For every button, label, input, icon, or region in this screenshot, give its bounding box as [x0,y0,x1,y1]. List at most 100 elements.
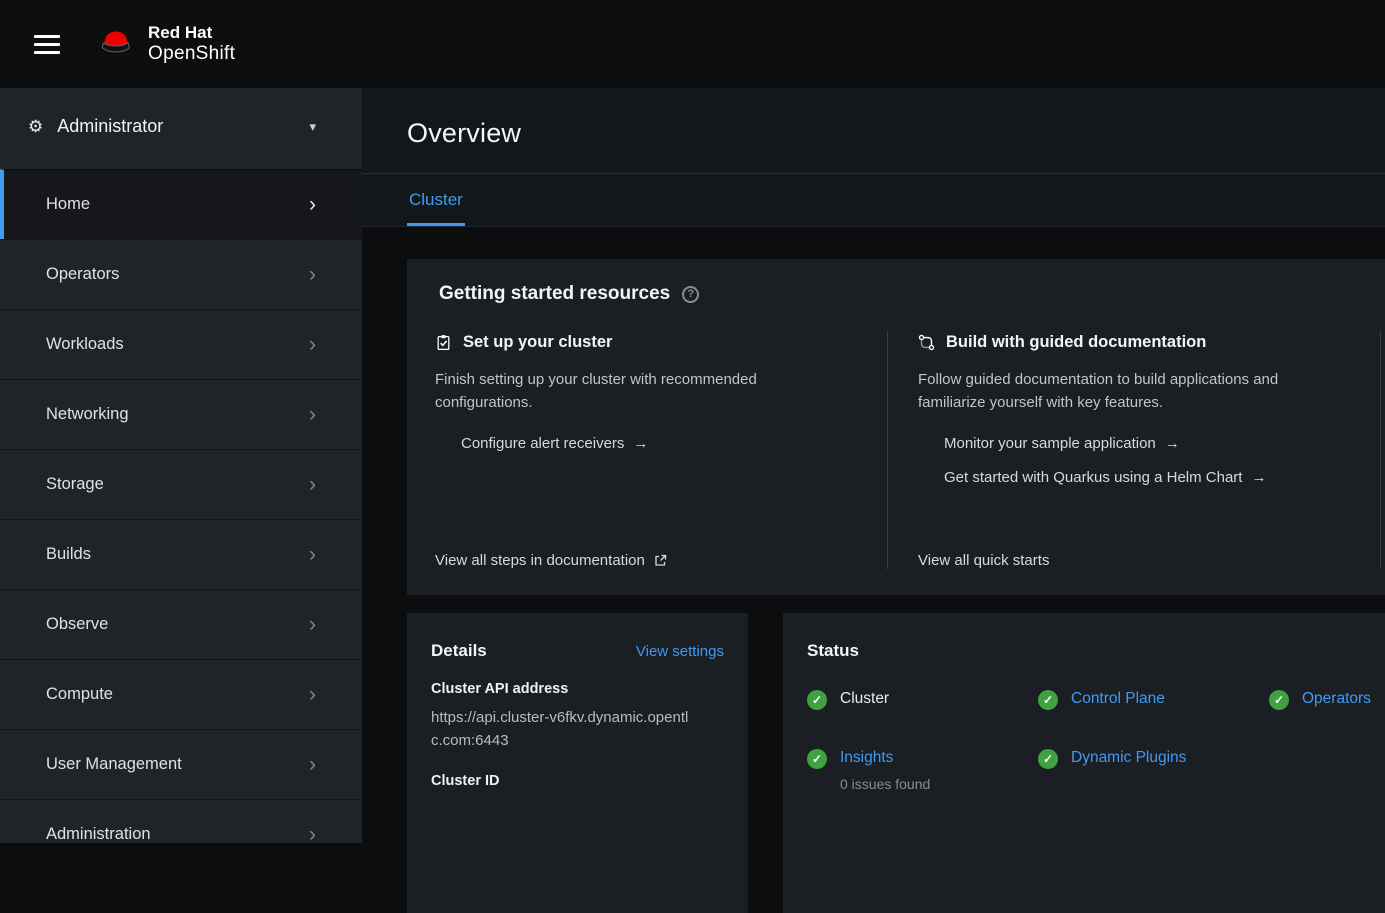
sidebar-item-networking[interactable]: Networking › [0,379,362,449]
chevron-right-icon: › [309,334,316,355]
tab-label: Cluster [409,190,463,209]
sidebar-nav: Home › Operators › Workloads › Networkin… [0,169,362,869]
tab-bar: Cluster [362,174,1385,227]
monitor-sample-application-link[interactable]: Monitor your sample application → [944,435,1350,452]
status-item-dynamic-plugins: Dynamic Plugins [1038,748,1269,792]
sidebar-item-administration[interactable]: Administration › [0,799,362,869]
arrow-right-icon: → [633,435,648,452]
status-item-cluster: Cluster [807,689,1038,710]
details-card: Details View settings Cluster API addres… [407,613,748,913]
operators-link[interactable]: Operators [1302,689,1371,710]
setup-cluster-column: Set up your cluster Finish setting up yo… [435,331,887,569]
link-label: Configure alert receivers [461,435,624,452]
sidebar-item-workloads[interactable]: Workloads › [0,309,362,379]
insights-link[interactable]: Insights [840,749,893,766]
chevron-down-icon: ▾ [309,119,316,135]
chevron-right-icon: › [309,684,316,705]
chevron-right-icon: › [309,824,316,845]
perspective-switcher[interactable]: ⚙ Administrator ▾ [0,88,362,161]
column-heading-label: Build with guided documentation [946,333,1206,352]
details-list: Cluster API address https://api.cluster-… [431,681,724,789]
getting-started-header: Getting started resources ? [439,283,1385,305]
link-label: View all quick starts [918,552,1049,569]
redhat-openshift-logo[interactable]: Red Hat OpenShift [94,23,235,64]
main-content: Overview Cluster Getting started resourc… [362,88,1385,843]
guided-documentation-description: Follow guided documentation to build app… [918,368,1318,415]
column-heading-label: Set up your cluster [463,333,612,352]
sidebar-item-label: Operators [46,265,119,284]
quarkus-helm-chart-link[interactable]: Get started with Quarkus using a Helm Ch… [944,469,1350,486]
chevron-right-icon: › [309,264,316,285]
status-item-control-plane: Control Plane [1038,689,1269,710]
success-check-icon [807,749,827,769]
sidebar-item-label: Storage [46,475,104,494]
configure-alert-receivers-link[interactable]: Configure alert receivers → [461,435,859,452]
details-card-header: Details View settings [431,641,724,661]
sidebar-item-user-management[interactable]: User Management › [0,729,362,799]
arrow-right-icon: → [1251,469,1266,486]
guided-documentation-links: Monitor your sample application → Get st… [944,435,1350,486]
getting-started-columns: Set up your cluster Finish setting up yo… [435,331,1385,569]
sidebar-item-storage[interactable]: Storage › [0,449,362,519]
success-check-icon [1038,690,1058,710]
chevron-right-icon: › [309,754,316,775]
sidebar-item-label: Networking [46,405,129,424]
sidebar-item-label: Workloads [46,335,124,354]
view-all-quick-starts-link[interactable]: View all quick starts [918,528,1350,569]
masthead: Red Hat OpenShift [0,0,1385,88]
success-check-icon [1269,690,1289,710]
sidebar-item-home[interactable]: Home › [0,169,362,239]
insights-issues-count: 0 issues found [840,776,930,792]
view-all-steps-link[interactable]: View all steps in documentation [435,528,859,569]
guided-documentation-column: Build with guided documentation Follow g… [887,331,1380,569]
external-link-icon [654,554,667,567]
status-card: Status View alerts Cluster Control Plane… [783,613,1385,913]
setup-cluster-heading: Set up your cluster [435,333,859,352]
sidebar-item-builds[interactable]: Builds › [0,519,362,589]
chevron-right-icon: › [309,474,316,495]
chevron-right-icon: › [309,404,316,425]
success-check-icon [807,690,827,710]
sidebar-item-label: Administration [46,825,151,844]
guided-documentation-heading: Build with guided documentation [918,333,1350,352]
dynamic-plugins-link[interactable]: Dynamic Plugins [1071,748,1186,769]
getting-started-column-clipped [1380,331,1385,569]
chevron-right-icon: › [309,614,316,635]
view-settings-link[interactable]: View settings [636,643,724,660]
gear-icon: ⚙ [28,117,43,137]
status-card-header: Status View alerts [807,641,1385,661]
status-grid: Cluster Control Plane Operators Insights [807,689,1385,792]
sidebar-item-label: Home [46,195,90,214]
arrow-right-icon: → [1165,435,1180,452]
details-title: Details [431,641,487,661]
chevron-right-icon: › [309,544,316,565]
setup-cluster-description: Finish setting up your cluster with reco… [435,368,787,415]
sidebar-item-label: User Management [46,755,182,774]
sidebar-item-operators[interactable]: Operators › [0,239,362,309]
status-label: Cluster [840,689,889,710]
status-item-operators: Operators [1269,689,1385,710]
status-item-insights: Insights 0 issues found [807,748,1038,792]
perspective-label: Administrator [57,116,163,137]
control-plane-link[interactable]: Control Plane [1071,689,1165,710]
sidebar-item-compute[interactable]: Compute › [0,659,362,729]
overview-cards-row: Details View settings Cluster API addres… [407,613,1385,913]
link-label: View all steps in documentation [435,552,645,569]
tab-cluster[interactable]: Cluster [407,178,465,226]
sidebar-item-label: Builds [46,545,91,564]
sidebar-item-observe[interactable]: Observe › [0,589,362,659]
brand-text: Red Hat OpenShift [148,23,235,64]
nav-toggle-button[interactable] [34,35,60,54]
page-header: Overview [362,88,1385,174]
sidebar-item-label: Compute [46,685,113,704]
sidebar-item-label: Observe [46,615,108,634]
link-label: Get started with Quarkus using a Helm Ch… [944,469,1242,486]
link-label: Monitor your sample application [944,435,1156,452]
guided-route-icon [918,334,935,351]
help-icon[interactable]: ? [682,286,699,303]
brand-line2: OpenShift [148,43,235,65]
sidebar: ⚙ Administrator ▾ Home › Operators › Wor… [0,88,362,843]
overview-content: Getting started resources ? Set up your … [362,227,1385,830]
cluster-api-address-value: https://api.cluster-v6fkv.dynamic.opentl… [431,706,691,753]
redhat-hat-icon [94,28,138,59]
